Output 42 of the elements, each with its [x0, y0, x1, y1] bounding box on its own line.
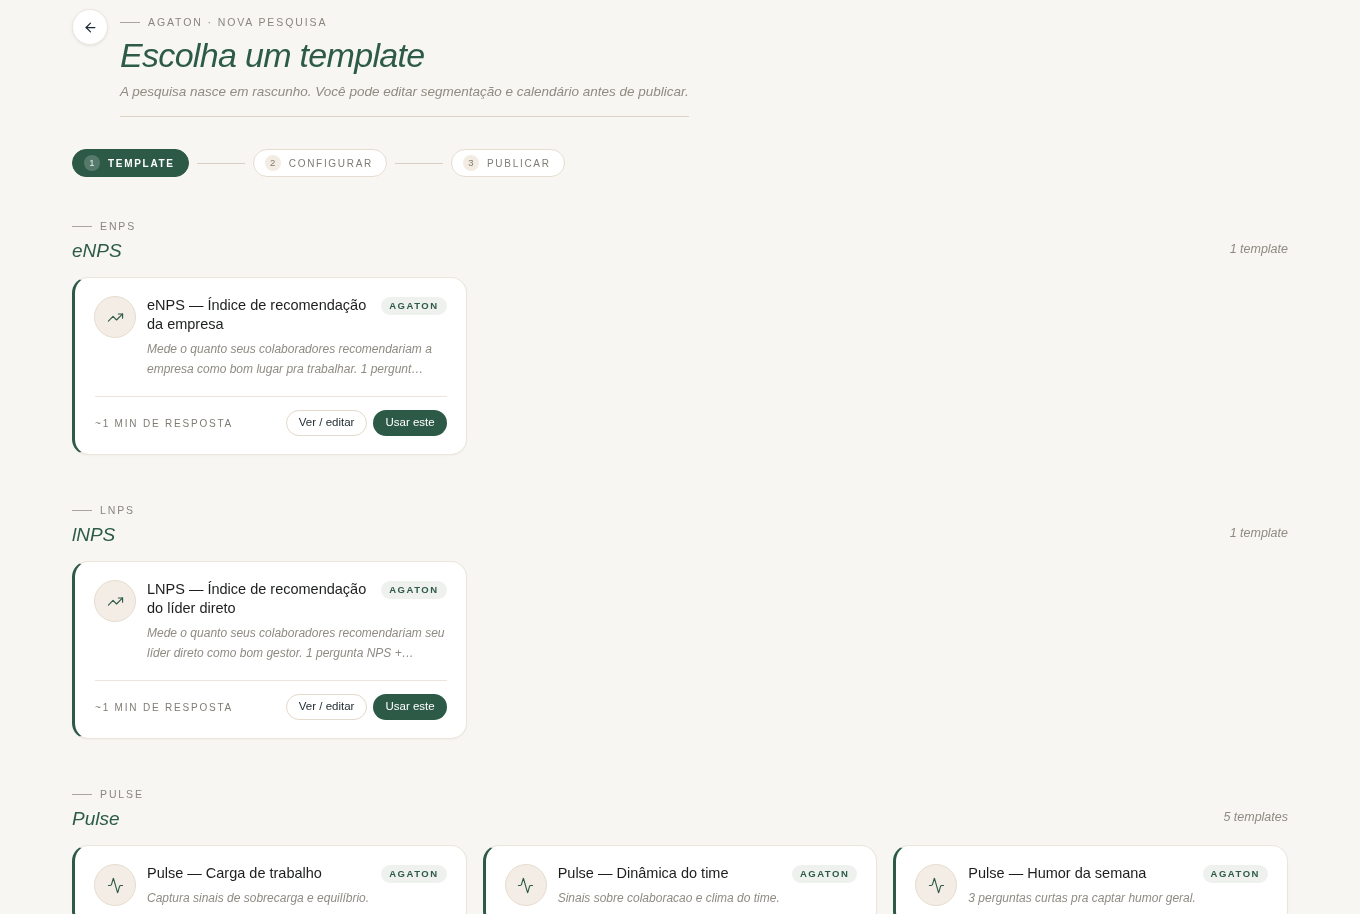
source-badge: AGATON	[381, 581, 447, 599]
step-tab[interactable]: 1 TEMPLATE	[72, 149, 189, 177]
page-subtitle: A pesquisa nasce em rascunho. Você pode editar segmentação e calendário antes de publicar.	[120, 83, 689, 101]
source-badge: AGATON	[381, 297, 447, 315]
template-title: Pulse — Carga de trabalho	[147, 864, 323, 883]
section-eyebrow: PULSE	[100, 787, 144, 801]
step-number: 3	[463, 155, 479, 171]
template-description: Sinais sobre colaboracao e clima do time.	[557, 890, 781, 907]
template-title: eNPS — Índice de recomendação da empresa	[147, 296, 368, 334]
step-number: 2	[264, 155, 281, 171]
step-number: 1	[84, 155, 100, 171]
source-badge: AGATON	[381, 865, 447, 883]
duration-label: ~1 MIN DE RESPOSTA	[95, 700, 234, 715]
template-title: LNPS — Índice de recomendação do líder direto	[147, 580, 368, 618]
view-edit-button[interactable]: Ver / editar	[285, 694, 368, 720]
page-title: Escolha um template	[120, 35, 426, 75]
breadcrumb-eyebrow: AGATON · NOVA PESQUISA	[148, 15, 328, 29]
back-button[interactable]	[72, 9, 108, 45]
source-badge: AGATON	[791, 865, 858, 883]
duration-label: ~1 MIN DE RESPOSTA	[95, 416, 234, 431]
template-count: 5 templates	[1223, 809, 1288, 825]
template-description: 3 perguntas curtas pra captar humor geral.	[968, 890, 1197, 907]
template-count: 1 template	[1229, 525, 1288, 541]
trend-up-icon	[94, 296, 136, 338]
step-tab[interactable]: 3 PUBLICAR	[451, 149, 565, 177]
template-title: Pulse — Dinâmica do time	[557, 864, 730, 883]
template-count: 1 template	[1229, 241, 1288, 257]
step-tab[interactable]: 2 CONFIGURAR	[252, 149, 387, 177]
section-eyebrow: ENPS	[100, 219, 137, 233]
template-description: Mede o quanto seus colaboradores recomendariam seu líder direto como bom gestor. 1 pergunta NPS +…	[147, 625, 446, 662]
view-edit-button[interactable]: Ver / editar	[285, 410, 368, 436]
source-badge: AGATON	[1202, 865, 1268, 883]
template-description: Mede o quanto seus colaboradores recomendariam a empresa como bom lugar pra trabalhar. 1 pergunt…	[147, 341, 433, 378]
use-template-button[interactable]: Usar este	[373, 694, 447, 720]
use-template-button[interactable]: Usar este	[373, 410, 447, 436]
section-title: eNPS	[72, 239, 122, 263]
section-title: lNPS	[72, 523, 116, 547]
section-eyebrow: LNPS	[100, 503, 135, 517]
section-title: Pulse	[72, 807, 120, 831]
template-description: Captura sinais de sobrecarga e equilíbrio.	[147, 890, 371, 907]
trend-up-icon	[94, 580, 136, 622]
template-title: Pulse — Humor da semana	[968, 864, 1148, 883]
